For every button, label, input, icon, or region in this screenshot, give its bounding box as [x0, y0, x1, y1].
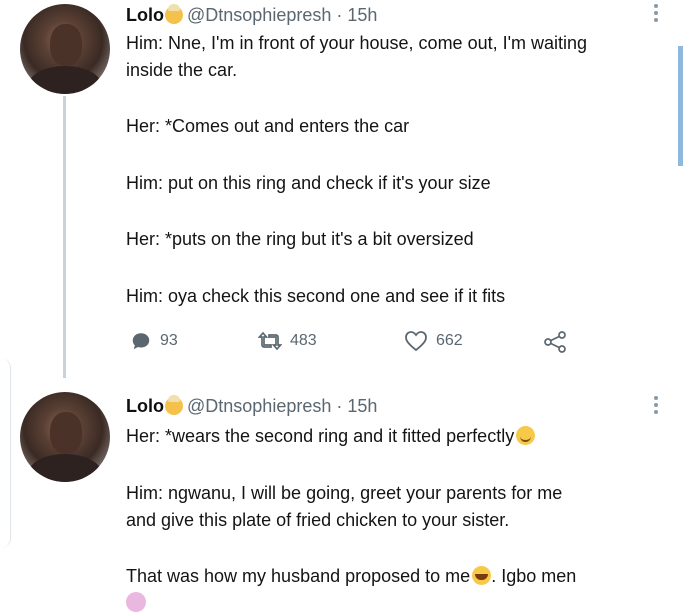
- reply-button[interactable]: 93: [130, 330, 178, 352]
- tweet-header: Lolo @Dtnsophiepresh · 15h: [126, 395, 377, 417]
- heart-icon: [405, 331, 427, 352]
- display-name[interactable]: Lolo: [126, 396, 164, 416]
- tweet-text-line: Him: Nne, I'm in front of your house, co…: [126, 33, 588, 53]
- timestamp[interactable]: 15h: [347, 5, 377, 25]
- retweet-count: 483: [290, 332, 317, 349]
- tweet-text-line: and give this plate of fried chicken to …: [126, 510, 510, 530]
- reply-count: 93: [160, 332, 178, 349]
- tweet-text-line: Her: *Comes out and enters the car: [126, 116, 410, 136]
- separator-dot: ·: [336, 396, 343, 416]
- more-options-icon[interactable]: [653, 4, 659, 25]
- smiling-face-emoji-icon: [516, 426, 536, 445]
- reply-icon: [132, 333, 150, 350]
- share-button[interactable]: [542, 330, 568, 354]
- tweet-header: Lolo @Dtnsophiepresh · 15h: [126, 4, 377, 26]
- more-options-icon[interactable]: [653, 396, 659, 417]
- tweet-text-line: Him: put on this ring and check if it's …: [126, 173, 491, 193]
- avatar-shoulder: [28, 454, 102, 482]
- face-with-hands-emoji-icon: [165, 4, 183, 24]
- user-handle[interactable]: @Dtnsophiepresh: [187, 5, 331, 25]
- person-emoji-icon: [126, 592, 146, 612]
- separator-dot: ·: [336, 5, 343, 25]
- share-icon: [544, 331, 566, 353]
- avatar-face: [50, 412, 82, 454]
- avatar-shoulder: [28, 66, 102, 94]
- avatar[interactable]: [20, 4, 110, 94]
- avatar[interactable]: [20, 392, 110, 482]
- avatar-face: [50, 24, 82, 66]
- tears-of-joy-emoji-icon: [472, 566, 492, 585]
- tweet-text: Her: *wears the second ring and it fitte…: [126, 426, 515, 446]
- user-handle[interactable]: @Dtnsophiepresh: [187, 396, 331, 416]
- like-button[interactable]: 662: [404, 330, 463, 352]
- retweet-icon: [258, 331, 282, 351]
- tweet-text-line: Her: *puts on the ring but it's a bit ov…: [126, 229, 474, 249]
- tweet-text: That was how my husband proposed to me: [126, 566, 471, 586]
- right-scroll-accent: [678, 46, 683, 166]
- tweet-text: . Igbo men: [491, 566, 577, 586]
- tweet-text-line: inside the car.: [126, 60, 238, 80]
- retweet-button[interactable]: 483: [258, 330, 317, 352]
- tweet-text-line: Him: ngwanu, I will be going, greet your…: [126, 483, 563, 503]
- face-with-hands-emoji-icon: [165, 395, 183, 415]
- left-panel-edge: [0, 358, 11, 548]
- like-count: 662: [436, 332, 463, 349]
- tweet-text-line: Her: *wears the second ring and it fitte…: [126, 425, 536, 447]
- timestamp[interactable]: 15h: [347, 396, 377, 416]
- tweet-text-line: That was how my husband proposed to me . …: [126, 565, 576, 587]
- display-name[interactable]: Lolo: [126, 5, 164, 25]
- tweet-text-line: Him: oya check this second one and see i…: [126, 286, 506, 306]
- thread-connector-line: [63, 96, 66, 378]
